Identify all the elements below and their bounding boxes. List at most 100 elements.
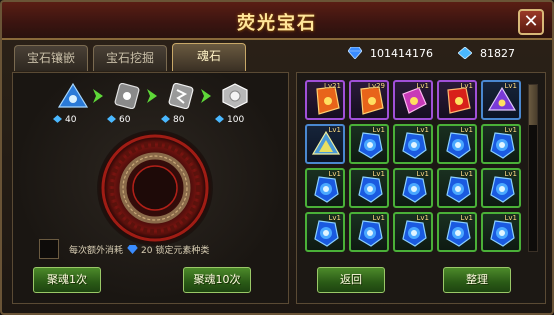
- close-icon: ✕: [523, 11, 539, 32]
- blue-soulstone-icon: [358, 132, 383, 159]
- violet-soulstone-icon: [487, 86, 517, 111]
- tab-soulstone[interactable]: 魂石: [172, 43, 246, 71]
- item-level: Lv1: [504, 126, 518, 134]
- orange-soulstone-icon: [316, 86, 340, 115]
- blue-soulstone-icon: [490, 132, 515, 159]
- item-level: Lv1: [504, 214, 518, 222]
- item-level: Lv1: [416, 214, 430, 222]
- item-level: Lv1: [416, 170, 430, 178]
- gather-once-button[interactable]: 聚魂1次: [33, 267, 101, 293]
- item-level: Lv1: [328, 126, 342, 134]
- stage-2: 60: [107, 83, 143, 125]
- note-amount: 20: [141, 246, 153, 256]
- item-level: Lv1: [416, 126, 430, 134]
- inventory-slot[interactable]: Lv1: [305, 168, 345, 208]
- item-level: Lv1: [372, 126, 386, 134]
- inventory-slot[interactable]: Lv1: [305, 124, 345, 164]
- stage-cost: 40: [65, 115, 77, 125]
- orange-soulstone-icon: [360, 86, 384, 115]
- pink-soulstone-icon: [402, 87, 427, 114]
- stage-cost: 80: [173, 115, 185, 125]
- inventory-slot[interactable]: Lv21: [305, 80, 345, 120]
- lock-element-note: 每次额外消耗 20 锁定元素种类: [69, 243, 209, 256]
- stage-3: 80: [161, 83, 197, 125]
- stage-4: 100: [215, 83, 251, 125]
- inventory-slot[interactable]: Lv1: [349, 212, 389, 252]
- item-level: Lv29: [368, 82, 385, 90]
- inventory-slot[interactable]: Lv1: [437, 80, 477, 120]
- stage-1: 40: [53, 83, 89, 125]
- crystal-icon: [215, 115, 224, 123]
- arrow-right-icon: [201, 89, 211, 103]
- inventory-slot[interactable]: Lv1: [393, 124, 433, 164]
- inventory-slot[interactable]: Lv1: [481, 212, 521, 252]
- scroll-thumb[interactable]: [529, 85, 537, 125]
- diamond-amount: 101414176: [370, 47, 433, 60]
- inventory-slot[interactable]: Lv1: [437, 212, 477, 252]
- inventory-slot[interactable]: Lv1: [393, 168, 433, 208]
- silver-soulstone-icon: [114, 83, 140, 109]
- blue-soulstone-icon: [402, 220, 427, 247]
- inventory-scrollbar[interactable]: [528, 84, 538, 252]
- white-soulstone-icon: [222, 83, 248, 109]
- gather-ten-button[interactable]: 聚魂10次: [183, 267, 251, 293]
- blue-soulstone-icon: [446, 132, 471, 159]
- crystal-icon: [107, 115, 116, 123]
- blue-soulstone-icon: [402, 132, 427, 159]
- arrow-right-icon: [93, 89, 103, 103]
- item-level: Lv1: [328, 214, 342, 222]
- inventory-slot[interactable]: Lv1: [305, 212, 345, 252]
- inventory-slot[interactable]: Lv1: [349, 168, 389, 208]
- item-level: Lv1: [460, 170, 474, 178]
- title-bar: 荧光宝石 ✕: [2, 2, 552, 40]
- tab-gem-mining[interactable]: 宝石挖掘: [93, 45, 167, 71]
- blue-soulstone-icon: [358, 176, 383, 203]
- item-level: Lv1: [372, 214, 386, 222]
- item-level: Lv1: [504, 82, 518, 90]
- inventory-slot[interactable]: Lv1: [349, 124, 389, 164]
- inventory-slot[interactable]: Lv1: [393, 212, 433, 252]
- crystal-icon: [161, 115, 170, 123]
- inventory-slot[interactable]: Lv1: [481, 80, 521, 120]
- diamond-icon: [348, 47, 362, 59]
- inventory-slot[interactable]: Lv1: [393, 80, 433, 120]
- arrow-right-icon: [147, 89, 157, 103]
- note-suffix: 锁定元素种类: [155, 246, 210, 256]
- inventory-slot[interactable]: Lv1: [481, 124, 521, 164]
- blue-soulstone-icon: [490, 220, 515, 247]
- stage-cost: 100: [227, 115, 245, 125]
- crystal-amount: 81827: [480, 47, 515, 60]
- blue-soulstone-icon: [490, 176, 515, 203]
- tab-gem-inlay[interactable]: 宝石镶嵌: [14, 45, 88, 71]
- inventory-slot[interactable]: Lv1: [437, 124, 477, 164]
- back-button[interactable]: 返回: [317, 267, 385, 293]
- soulstone-window: 荧光宝石 ✕ 宝石镶嵌 宝石挖掘 魂石 101414176 81827 40 6…: [0, 0, 554, 315]
- diamond-icon: [127, 245, 138, 254]
- inventory-slot[interactable]: Lv29: [349, 80, 389, 120]
- item-level: Lv1: [460, 82, 474, 90]
- item-level: Lv1: [328, 170, 342, 178]
- item-level: Lv1: [504, 170, 518, 178]
- item-level: Lv1: [460, 214, 474, 222]
- crystal-icon: [53, 115, 62, 123]
- soul-gather-ring[interactable]: [95, 128, 215, 248]
- lock-element-checkbox[interactable]: [39, 239, 59, 259]
- crystal-icon: [458, 47, 472, 59]
- red-soulstone-icon: [447, 87, 471, 114]
- window-title: 荧光宝石: [237, 13, 317, 34]
- inventory-slot[interactable]: Lv1: [481, 168, 521, 208]
- note-prefix: 每次额外消耗: [69, 246, 124, 256]
- blue-soulstone-icon: [314, 176, 339, 203]
- item-level: Lv1: [416, 82, 430, 90]
- blue-soulstone-icon: [358, 220, 383, 247]
- inventory-panel: Lv21 Lv29 Lv1 Lv1 Lv1 Lv1 Lv1 Lv1 Lv1 Lv1 Lv1 Lv1 Lv…: [296, 72, 546, 304]
- blue-soulstone-icon: [446, 220, 471, 247]
- blue-soulstone-icon: [402, 176, 427, 203]
- blue-soulstone-icon: [314, 220, 339, 247]
- inventory-slot[interactable]: Lv1: [437, 168, 477, 208]
- blue-soulstone-icon: [58, 83, 88, 108]
- sort-button[interactable]: 整理: [443, 267, 511, 293]
- close-button[interactable]: ✕: [518, 9, 544, 35]
- blue-soulstone-icon: [446, 176, 471, 203]
- prism-soulstone-icon: [311, 130, 341, 155]
